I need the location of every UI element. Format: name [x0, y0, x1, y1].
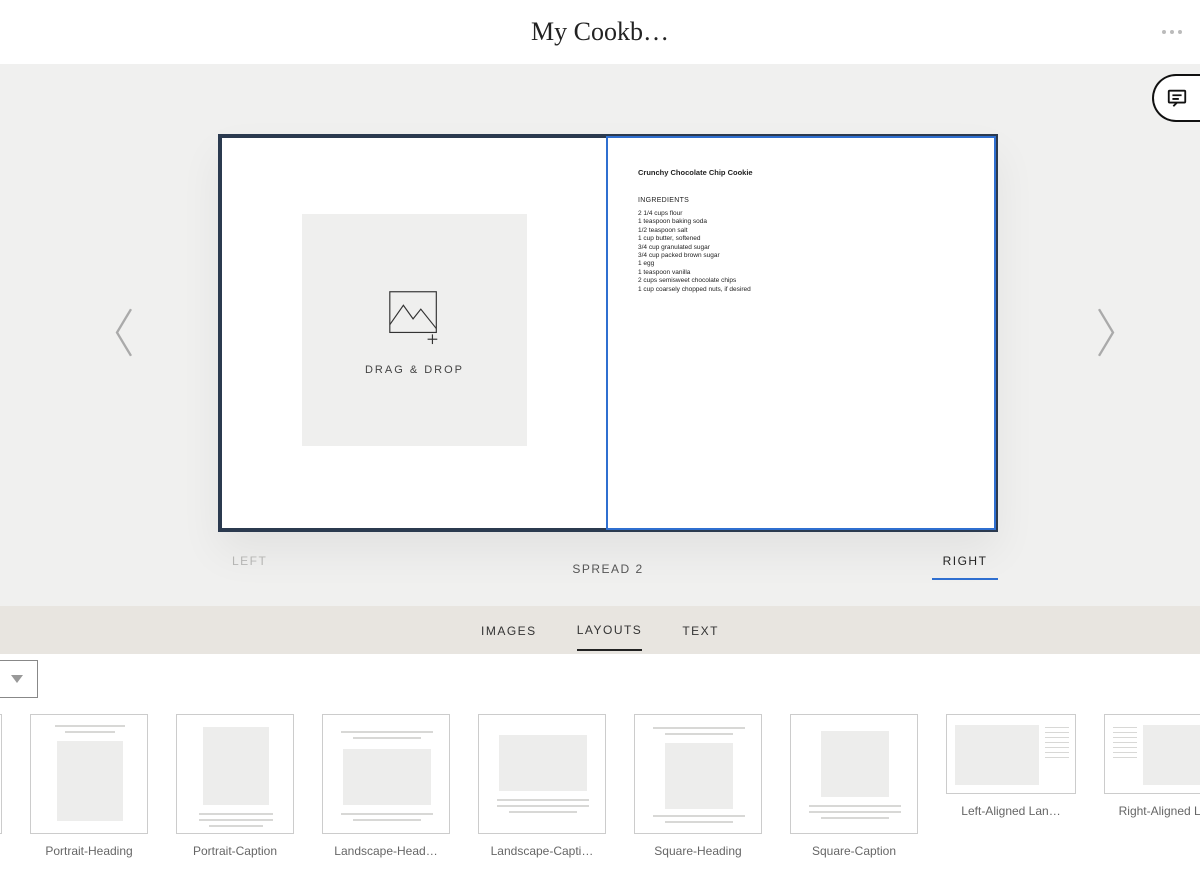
layout-option-landscape-caption[interactable]: Landscape-Capti… — [478, 714, 606, 858]
layout-option-right-aligned-landscape[interactable]: Right-Aligned La… — [1104, 714, 1200, 818]
layout-thumb — [634, 714, 762, 834]
layout-option-left-aligned-landscape[interactable]: Left-Aligned Lan… — [946, 714, 1076, 818]
tab-layouts[interactable]: LAYOUTS — [577, 609, 643, 651]
layout-label: Landscape-Capti… — [491, 844, 594, 858]
layout-thumb — [946, 714, 1076, 794]
tab-images[interactable]: IMAGES — [481, 610, 537, 650]
layout-thumb — [176, 714, 294, 834]
next-spread-button[interactable] — [1072, 285, 1140, 386]
layout-option-portrait-heading[interactable]: Portrait-Heading — [30, 714, 148, 858]
layout-label: Portrait-Heading — [45, 844, 132, 858]
layout-label: Landscape-Head… — [334, 844, 437, 858]
layout-thumb — [322, 714, 450, 834]
spread-page-labels: LEFT SPREAD 2 RIGHT — [218, 548, 998, 588]
layout-thumbnails-row: Portrait-Heading Portrait-Caption Landsc… — [0, 714, 1200, 858]
recipe-text-block[interactable]: Crunchy Chocolate Chip Cookie INGREDIENT… — [638, 168, 964, 294]
layouts-panel: Portrait-Heading Portrait-Caption Landsc… — [0, 654, 1200, 880]
image-placeholder-icon — [384, 284, 446, 346]
dropzone-label: DRAG & DROP — [365, 364, 464, 376]
page-left-label[interactable]: LEFT — [232, 554, 267, 568]
layout-option-square-caption[interactable]: Square-Caption — [790, 714, 918, 858]
spread-number-label: SPREAD 2 — [572, 562, 643, 576]
chevron-right-icon — [1092, 305, 1120, 361]
chat-icon — [1166, 87, 1188, 109]
image-dropzone[interactable]: DRAG & DROP — [302, 214, 527, 446]
layout-option-landscape-heading[interactable]: Landscape-Head… — [322, 714, 450, 858]
chevron-left-icon — [110, 305, 138, 361]
page-left[interactable]: DRAG & DROP — [222, 138, 608, 528]
more-menu-icon[interactable] — [1162, 30, 1182, 34]
layout-filter-dropdown[interactable] — [0, 660, 38, 698]
layout-label: Right-Aligned La… — [1119, 804, 1200, 818]
page-right[interactable]: Crunchy Chocolate Chip Cookie INGREDIENT… — [606, 136, 996, 530]
layout-thumb — [30, 714, 148, 834]
layout-thumb — [478, 714, 606, 834]
layout-thumb — [790, 714, 918, 834]
layout-thumb — [1104, 714, 1200, 794]
project-title[interactable]: My Cookb… — [531, 17, 669, 47]
editor-canvas: DRAG & DROP Crunchy Chocolate Chip Cooki… — [0, 64, 1200, 606]
layout-label: Square-Heading — [654, 844, 741, 858]
tab-text[interactable]: TEXT — [682, 610, 719, 650]
layout-option-portrait-caption[interactable]: Portrait-Caption — [176, 714, 294, 858]
prev-spread-button[interactable] — [90, 285, 158, 386]
layout-option-selected[interactable] — [0, 714, 2, 834]
caret-down-icon — [11, 675, 23, 683]
tool-tab-bar: IMAGES LAYOUTS TEXT — [0, 606, 1200, 654]
recipe-title: Crunchy Chocolate Chip Cookie — [638, 168, 964, 178]
book-spread: DRAG & DROP Crunchy Chocolate Chip Cooki… — [218, 134, 998, 532]
layout-option-square-heading[interactable]: Square-Heading — [634, 714, 762, 858]
layout-label: Portrait-Caption — [193, 844, 277, 858]
recipe-section-heading: INGREDIENTS — [638, 196, 964, 205]
layout-label: Left-Aligned Lan… — [961, 804, 1060, 818]
layout-label: Square-Caption — [812, 844, 896, 858]
recipe-ingredient-list: 2 1/4 cups flour 1 teaspoon baking soda … — [638, 210, 964, 294]
page-right-label[interactable]: RIGHT — [932, 554, 998, 580]
chat-button[interactable] — [1152, 74, 1200, 122]
app-header: My Cookb… — [0, 0, 1200, 64]
